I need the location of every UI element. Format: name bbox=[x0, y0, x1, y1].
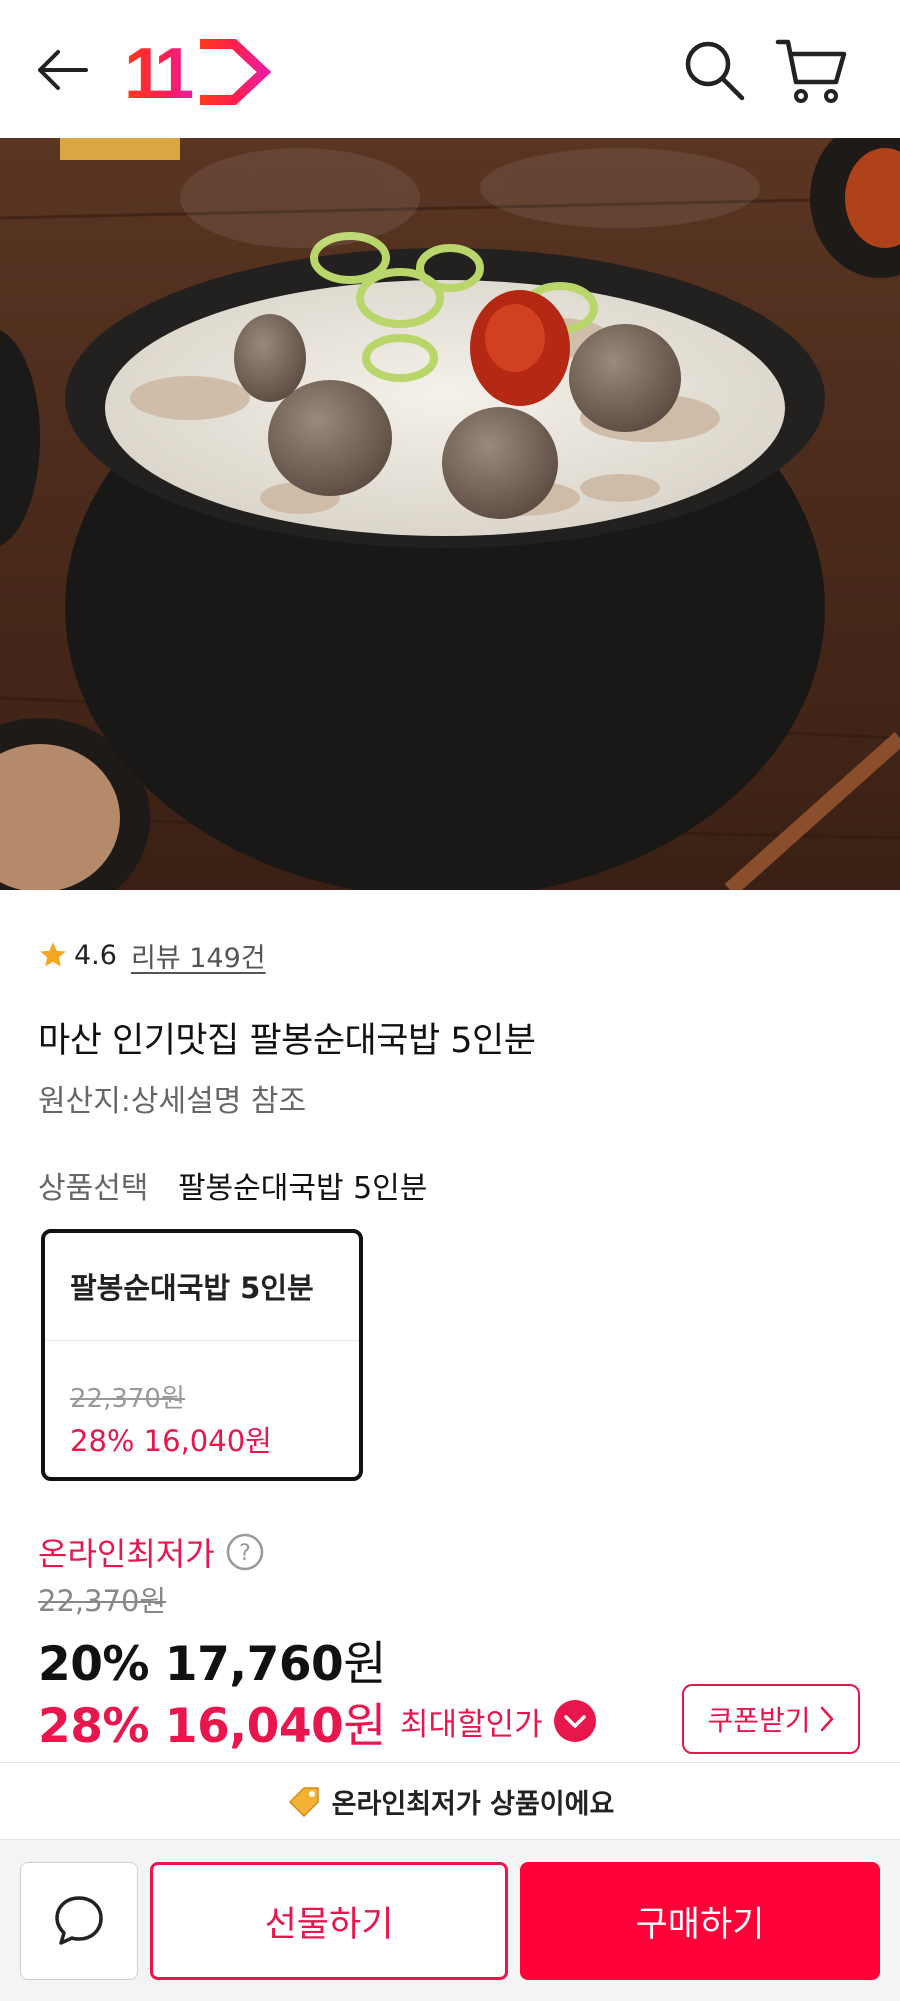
11st-logo[interactable]: 11 bbox=[124, 34, 274, 114]
option-selected-value: 팔봉순대국밥 5인분 bbox=[177, 1171, 428, 1206]
sale-price-unit: 원 bbox=[343, 1637, 386, 1692]
bottom-action-bar: 선물하기 구매하기 bbox=[0, 1840, 900, 2001]
arrow-left-icon bbox=[38, 50, 88, 90]
max-discount-amount: 16,040 bbox=[164, 1698, 344, 1754]
cart-button[interactable] bbox=[774, 34, 850, 106]
review-count-link[interactable]: 리뷰 149건 bbox=[131, 936, 266, 975]
coupon-button[interactable]: 쿠폰받기 bbox=[682, 1684, 860, 1754]
rating-score: 4.6 bbox=[74, 939, 117, 971]
product-origin: 원산지:상세설명 참조 bbox=[38, 1084, 307, 1119]
max-discount-price: 28% 16,040원 bbox=[38, 1687, 386, 1756]
chevron-right-icon bbox=[820, 1706, 833, 1732]
help-icon[interactable]: ? bbox=[225, 1532, 265, 1572]
option-card-discount-price: 28% 16,040원 bbox=[70, 1424, 272, 1458]
search-icon bbox=[685, 41, 745, 101]
sale-price-rate: 20% bbox=[38, 1637, 165, 1692]
banner-text: 온라인최저가 상품이에요 bbox=[331, 1788, 615, 1820]
option-selector-row: 상품선택 팔봉순대국밥 5인분 bbox=[38, 1163, 427, 1207]
original-price: 22,370원 bbox=[38, 1584, 167, 1618]
max-discount-row: 28% 16,040원 최대할인가 bbox=[38, 1693, 597, 1754]
lowest-price-label: 온라인최저가 bbox=[38, 1535, 215, 1573]
coupon-button-label: 쿠폰받기 bbox=[707, 1704, 811, 1737]
chat-bubble-icon bbox=[55, 1896, 103, 1945]
cart-icon bbox=[775, 39, 847, 103]
gift-button[interactable]: 선물하기 bbox=[150, 1862, 508, 1980]
option-label: 상품선택 bbox=[38, 1171, 149, 1206]
top-header: 11 bbox=[0, 0, 900, 139]
lowest-price-banner: 온라인최저가 상품이에요 bbox=[0, 1762, 900, 1840]
buy-button[interactable]: 구매하기 bbox=[520, 1862, 880, 1980]
sale-price: 20% 17,760원 bbox=[38, 1625, 386, 1694]
svg-text:?: ? bbox=[239, 1541, 251, 1566]
product-image[interactable] bbox=[0, 138, 900, 890]
chevron-down-icon[interactable] bbox=[553, 1699, 597, 1743]
option-card-old-price: 22,370원 bbox=[70, 1384, 185, 1414]
option-card-divider bbox=[45, 1340, 359, 1341]
sale-price-amount: 17,760 bbox=[164, 1637, 344, 1692]
price-tag-icon bbox=[288, 1787, 319, 1817]
back-button[interactable] bbox=[30, 40, 94, 104]
search-button[interactable] bbox=[680, 36, 748, 104]
max-discount-unit: 원 bbox=[343, 1698, 386, 1754]
max-discount-rate: 28% bbox=[38, 1698, 165, 1754]
option-card-name: 팔봉순대국밥 5인분 bbox=[70, 1271, 314, 1305]
option-card-selected[interactable]: 팔봉순대국밥 5인분 22,370원 28% 16,040원 bbox=[41, 1229, 363, 1481]
product-title: 마산 인기맛집 팔봉순대국밥 5인분 bbox=[38, 1021, 536, 1061]
max-discount-label: 최대할인가 bbox=[400, 1706, 543, 1743]
logo-text: 11 bbox=[124, 34, 193, 110]
chat-button[interactable] bbox=[20, 1862, 138, 1980]
rating-row: 4.6 리뷰 149건 bbox=[38, 935, 266, 975]
star-icon bbox=[40, 942, 66, 967]
lowest-price-row: 온라인최저가 ? bbox=[38, 1530, 265, 1574]
